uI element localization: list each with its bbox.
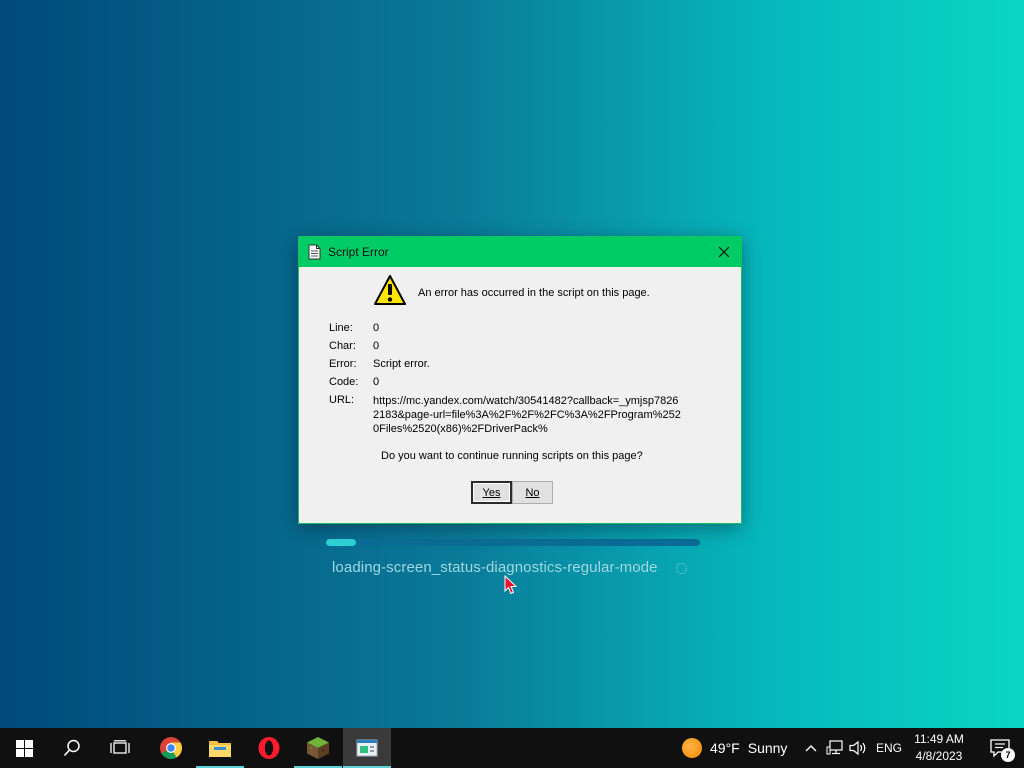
network-button[interactable] (824, 728, 846, 768)
error-value: Script error. (373, 358, 430, 370)
error-label: Error: (329, 358, 357, 370)
task-view-icon (110, 740, 130, 754)
yes-button-label: Yes (482, 486, 501, 499)
weather-condition: Sunny (747, 740, 788, 756)
start-button[interactable] (0, 728, 48, 768)
url-value: https://mc.yandex.com/watch/30541482?cal… (373, 395, 681, 435)
chrome-icon (160, 737, 182, 759)
error-headline: An error has occurred in the script on t… (418, 287, 650, 299)
line-label: Line: (329, 322, 353, 334)
speaker-icon (849, 740, 866, 756)
mouse-cursor-icon (504, 574, 518, 600)
taskbar-chrome[interactable] (147, 728, 195, 768)
script-error-dialog: Script Error An error has occurred in th… (298, 236, 742, 524)
code-label: Code: (329, 376, 359, 388)
loading-progress-fill (326, 539, 356, 546)
continue-question: Do you want to continue running scripts … (381, 450, 643, 462)
char-value: 0 (373, 340, 380, 352)
search-button[interactable] (48, 728, 96, 768)
taskbar-driverpack[interactable] (343, 728, 391, 768)
loading-spinner-icon (676, 563, 687, 574)
weather-widget[interactable]: 49°F Sunny (682, 728, 787, 768)
start-icon (15, 739, 33, 757)
taskbar-minecraft[interactable] (294, 728, 342, 768)
search-icon (63, 739, 80, 757)
weather-temperature: 49°F (710, 740, 740, 756)
taskbar-opera[interactable] (245, 728, 293, 768)
driverpack-icon (356, 739, 378, 757)
dialog-title: Script Error (328, 245, 389, 259)
no-button[interactable]: No (512, 481, 553, 504)
close-button[interactable] (707, 237, 741, 267)
loading-progress-bar (326, 539, 700, 546)
clock-date: 4/8/2023 (915, 749, 963, 763)
network-icon (826, 740, 843, 755)
chevron-up-icon (805, 745, 817, 752)
taskbar: 49°F Sunny ENG 11:49 AM 4/8/2023 7 (0, 728, 1024, 768)
char-label: Char: (329, 340, 356, 352)
document-icon (308, 244, 321, 265)
line-value: 0 (373, 322, 380, 334)
url-label: URL: (329, 394, 355, 406)
no-button-label: No (525, 486, 540, 499)
yes-button[interactable]: Yes (471, 481, 512, 504)
sun-icon (682, 738, 702, 758)
loading-status-text: loading-screen_status-diagnostics-regula… (332, 559, 658, 576)
code-value: 0 (373, 376, 380, 388)
volume-button[interactable] (848, 728, 870, 768)
show-hidden-icons-button[interactable] (802, 728, 820, 768)
notification-count-badge: 7 (1001, 748, 1015, 762)
task-view-button[interactable] (96, 728, 144, 768)
taskbar-clock[interactable]: 11:49 AM 4/8/2023 (906, 731, 972, 765)
clock-time: 11:49 AM (914, 732, 964, 746)
minecraft-icon (307, 737, 329, 759)
file-explorer-icon (209, 741, 231, 757)
input-language[interactable]: ENG (876, 728, 902, 768)
close-icon (718, 246, 730, 258)
dialog-titlebar[interactable]: Script Error (299, 237, 741, 267)
taskbar-file-explorer[interactable] (196, 728, 244, 768)
notification-center-button[interactable]: 7 (980, 728, 1020, 768)
opera-icon (258, 737, 280, 759)
warning-icon (373, 274, 407, 311)
